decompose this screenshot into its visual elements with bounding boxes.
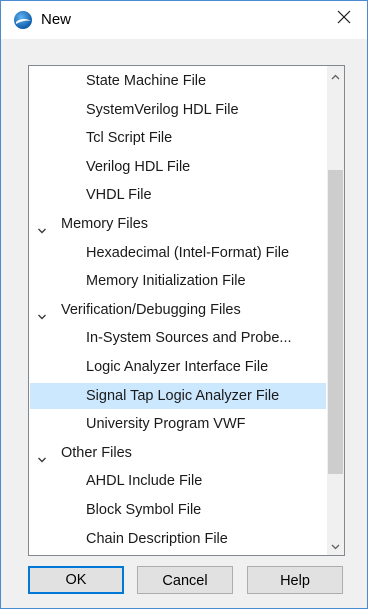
scroll-thumb[interactable] <box>328 170 343 474</box>
tree-group[interactable]: Other Files <box>30 440 326 466</box>
tree-item[interactable]: Memory Initialization File <box>30 268 326 294</box>
chevron-up-icon <box>331 67 340 85</box>
tree-item-label: Verification/Debugging Files <box>61 301 241 318</box>
tree-item[interactable]: Hexadecimal (Intel-Format) File <box>30 240 326 266</box>
tree-item[interactable]: Logic Analyzer Interface File <box>30 354 326 380</box>
tree-item[interactable]: AHDL Include File <box>30 468 326 494</box>
tree-item[interactable]: In-System Sources and Probe... <box>30 325 326 351</box>
file-type-tree[interactable]: State Machine File SystemVerilog HDL File… <box>28 65 345 556</box>
tree-item[interactable]: Block Symbol File <box>30 497 326 523</box>
help-button[interactable]: Help <box>247 566 343 594</box>
tree-item-label: Verilog HDL File <box>86 158 191 175</box>
tree-item-label: In-System Sources and Probe... <box>86 330 292 347</box>
tree-item-label: Block Symbol File <box>86 502 202 518</box>
tree-item-label: State Machine File <box>86 73 207 89</box>
window-title: New <box>41 11 72 28</box>
tree-item[interactable]: SystemVerilog HDL File <box>30 97 326 123</box>
tree-item-label: Memory Initialization File <box>86 273 246 290</box>
tree-item-label: AHDL Include File <box>86 473 203 490</box>
tree-group[interactable]: Verification/Debugging Files <box>30 297 326 323</box>
ok-button[interactable]: OK <box>28 566 124 594</box>
tree-item[interactable]: Tcl Script File <box>30 125 326 151</box>
close-button[interactable] <box>321 1 367 37</box>
cancel-button[interactable]: Cancel <box>137 566 233 594</box>
vertical-scrollbar[interactable] <box>327 66 344 555</box>
app-logo-icon <box>13 10 33 30</box>
scroll-up-button[interactable] <box>327 67 344 84</box>
file-type-list: State Machine File SystemVerilog HDL File… <box>29 66 326 555</box>
tree-item-label: SystemVerilog HDL File <box>86 101 239 118</box>
tree-item[interactable]: Signal Tap Logic Analyzer File <box>30 382 326 409</box>
tree-item-label: Signal Tap Logic Analyzer File <box>86 387 280 404</box>
chevron-down-icon <box>331 537 340 555</box>
close-icon <box>337 10 351 29</box>
tree-item[interactable]: University Program VWF <box>30 411 326 437</box>
tree-item[interactable]: Verilog HDL File <box>30 154 326 180</box>
tree-item[interactable]: Chain Description File <box>30 526 326 552</box>
tree-item-label: Hexadecimal (Intel-Format) File <box>86 244 290 261</box>
tree-item-label: Memory Files <box>61 216 149 232</box>
tree-item-label: VHDL File <box>86 187 152 204</box>
chevron-down-icon[interactable] <box>37 448 47 463</box>
tree-item[interactable]: VHDL File <box>30 182 326 208</box>
chevron-down-icon[interactable] <box>37 305 47 320</box>
chevron-down-icon[interactable] <box>37 219 47 234</box>
tree-item-label: Tcl Script File <box>86 130 173 147</box>
tree-item-label: Chain Description File <box>86 530 228 547</box>
tree-group[interactable]: Memory Files <box>30 211 326 237</box>
tree-item-label: University Program VWF <box>86 416 246 433</box>
scroll-down-button[interactable] <box>327 537 344 554</box>
title-bar[interactable]: New <box>1 1 367 39</box>
tree-item[interactable]: State Machine File <box>30 68 326 94</box>
new-dialog: New State Machine File SystemVerilog HDL … <box>0 0 368 609</box>
tree-item-label: Logic Analyzer Interface File <box>86 359 269 375</box>
tree-item-label: Other Files <box>61 444 132 461</box>
